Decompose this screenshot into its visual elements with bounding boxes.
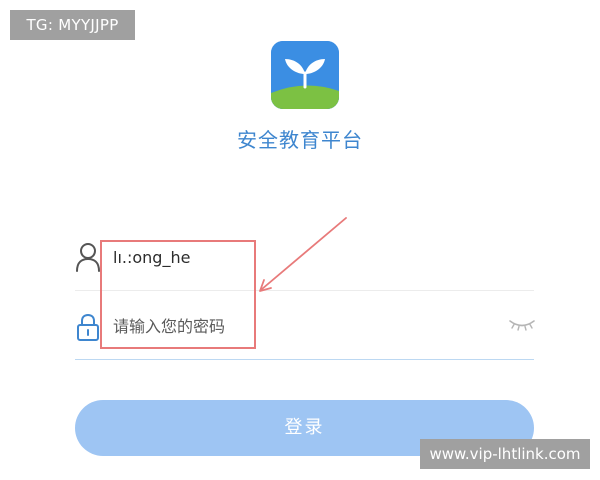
user-icon xyxy=(75,242,101,272)
watermark-top: TG: MYYJJPP xyxy=(10,10,135,40)
watermark-bottom: www.vip-lhtlink.com xyxy=(420,439,590,469)
divider-active xyxy=(75,359,534,360)
eye-closed-icon[interactable] xyxy=(508,316,536,332)
app-title: 安全教育平台 xyxy=(237,128,363,152)
lock-icon xyxy=(75,312,101,342)
annotation-arrow-icon xyxy=(259,217,347,292)
annotation-highlight-box xyxy=(100,240,256,349)
sprout-logo-icon xyxy=(271,41,339,109)
